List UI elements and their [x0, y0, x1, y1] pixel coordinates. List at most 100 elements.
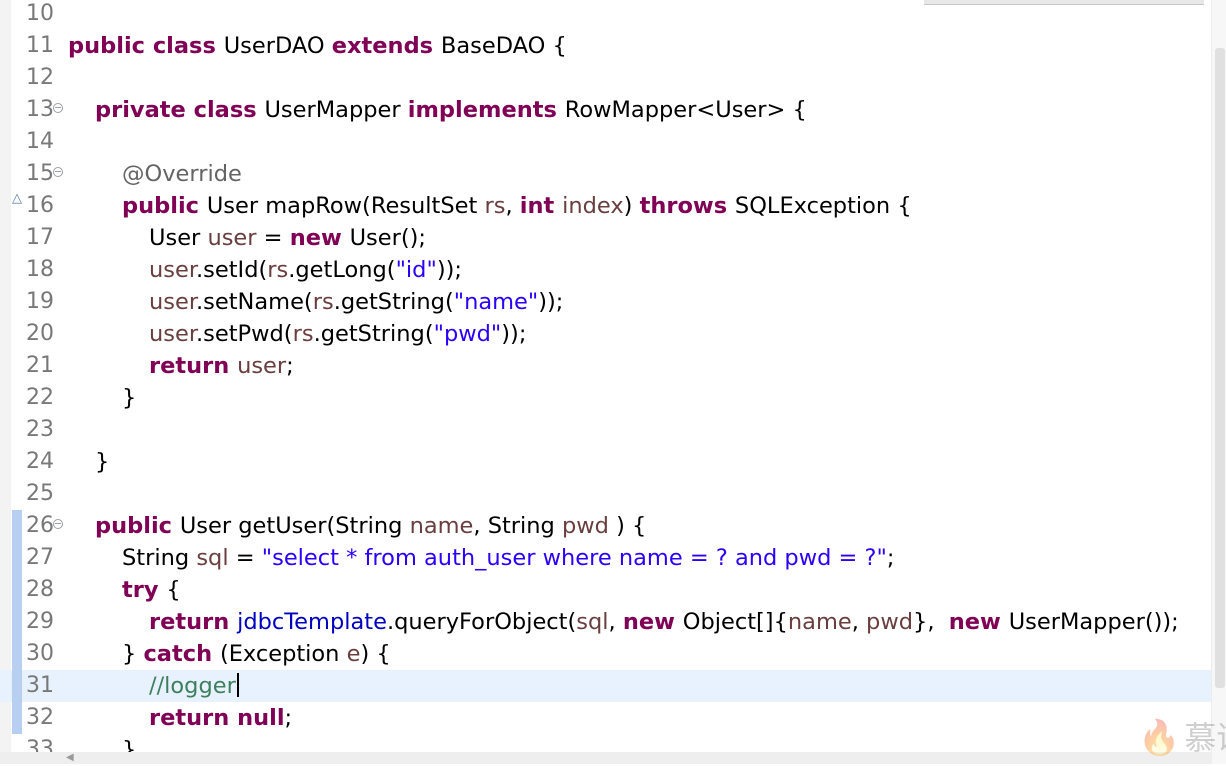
code-text[interactable]: try { [122, 574, 181, 606]
code-line[interactable]: 11 public class UserDAO extends BaseDAO { [0, 30, 1212, 62]
code-token: String [122, 545, 197, 571]
code-line[interactable]: 23 [0, 414, 1212, 446]
code-line[interactable]: 29 return jdbcTemplate.queryForObject(sql… [0, 606, 1212, 638]
overview-ruler[interactable] [1211, 0, 1226, 764]
code-line[interactable]: 18 user.setId(rs.getLong("id")); [0, 254, 1212, 286]
code-line[interactable]: 19 user.setName(rs.getString("name")); [0, 286, 1212, 318]
code-token: return [149, 353, 238, 379]
code-text[interactable]: String sql = "select * from auth_user wh… [122, 542, 894, 574]
line-number: 30 [26, 641, 54, 666]
code-token: "pwd" [433, 321, 502, 347]
line-number: 26 [26, 513, 54, 538]
quick-diff-marker [12, 574, 22, 606]
code-line[interactable]: 26 public User getUser(String name, Strin… [0, 510, 1212, 542]
line-number: 13 [26, 97, 54, 122]
code-text[interactable]: private class UserMapper implements RowM… [95, 94, 807, 126]
code-line[interactable]: 14 [0, 126, 1212, 158]
code-text[interactable]: return jdbcTemplate.queryForObject(sql, … [149, 606, 1179, 638]
line-number: 25 [26, 481, 54, 506]
code-token: private class [95, 97, 265, 123]
code-token: .getString( [313, 321, 434, 347]
code-line[interactable]: 10 [0, 0, 1212, 30]
code-line[interactable]: 15 @Override [0, 158, 1212, 190]
gutter-space [12, 94, 22, 126]
fold-toggle-icon[interactable] [53, 167, 63, 177]
gutter-space [12, 0, 22, 30]
code-text[interactable]: @Override [122, 158, 242, 190]
code-token: } [122, 641, 144, 667]
code-text[interactable]: user.setId(rs.getLong("id")); [149, 254, 462, 286]
fold-toggle-icon[interactable] [53, 103, 63, 113]
code-token: rs [267, 257, 289, 283]
code-line[interactable]: 25 [0, 478, 1212, 510]
code-text[interactable]: public User getUser(String name, String … [95, 510, 646, 542]
code-token: user [149, 257, 197, 283]
line-number: 31 [26, 673, 54, 698]
code-line[interactable]: 28 try { [0, 574, 1212, 606]
code-line[interactable]: 12 [0, 62, 1212, 94]
line-number: 16 [26, 193, 54, 218]
code-token: "id" [395, 257, 437, 283]
code-token: rs [484, 193, 506, 219]
line-number: 14 [26, 129, 54, 154]
line-number: 23 [26, 417, 54, 442]
code-line[interactable]: 17 User user = new User(); [0, 222, 1212, 254]
code-token: }, [913, 609, 949, 635]
code-line[interactable]: 13 private class UserMapper implements Ro… [0, 94, 1212, 126]
code-token: pwd [562, 513, 609, 539]
code-line[interactable]: 31 //logger [0, 670, 1212, 702]
override-indicator-icon[interactable]: △ [12, 191, 22, 207]
line-number: 12 [26, 65, 54, 90]
code-line[interactable]: 27 String sql = "select * from auth_user … [0, 542, 1212, 574]
code-token: rs [292, 321, 314, 347]
code-line[interactable]: 30 } catch (Exception e) { [0, 638, 1212, 670]
vertical-scrollbar-thumb[interactable] [1215, 48, 1225, 688]
gutter-space [12, 126, 22, 158]
code-token: )); [436, 257, 462, 283]
code-text[interactable]: user.setName(rs.getString("name")); [149, 286, 563, 318]
code-text[interactable]: return null; [149, 702, 292, 734]
watermark-logo: 🔥 慕课 [1138, 712, 1226, 764]
code-line[interactable]: 32 return null; [0, 702, 1212, 734]
code-token: ) { [360, 641, 391, 667]
code-token: = [256, 225, 290, 251]
code-text[interactable]: public class UserDAO extends BaseDAO { [68, 30, 567, 62]
code-line[interactable]: 24} [0, 446, 1212, 478]
code-token: new [622, 609, 683, 635]
code-text[interactable]: user.setPwd(rs.getString("pwd")); [149, 318, 526, 350]
horizontal-scrollbar[interactable]: ◀ [0, 752, 1212, 764]
code-token: return [149, 609, 238, 635]
code-text[interactable]: public User mapRow(ResultSet rs, int ind… [122, 190, 912, 222]
code-token: User mapRow(ResultSet [206, 193, 485, 219]
gutter-space [12, 414, 22, 446]
code-text[interactable]: } catch (Exception e) { [122, 638, 391, 670]
code-text[interactable]: return user; [149, 350, 294, 382]
code-token: .setPwd( [196, 321, 293, 347]
code-token: ) [623, 193, 640, 219]
line-number: 27 [26, 545, 54, 570]
fold-toggle-icon[interactable] [53, 519, 63, 529]
quick-diff-marker [12, 638, 22, 670]
code-token: index [562, 193, 624, 219]
code-token: RowMapper<User> { [564, 97, 807, 123]
quick-diff-marker [12, 670, 22, 702]
scroll-left-icon[interactable]: ◀ [66, 752, 74, 764]
code-token: } [95, 449, 110, 475]
code-token: .getString( [333, 289, 454, 315]
code-token: (Exception [219, 641, 347, 667]
code-text[interactable]: User user = new User(); [149, 222, 426, 254]
line-number: 11 [26, 33, 54, 58]
code-line[interactable]: 21 return user; [0, 350, 1212, 382]
code-token: jdbcTemplate [237, 609, 387, 635]
code-text[interactable]: //logger [149, 670, 239, 702]
code-line[interactable]: 20 user.setPwd(rs.getString("pwd")); [0, 318, 1212, 350]
code-text[interactable]: } [95, 446, 109, 478]
code-token: implements [407, 97, 565, 123]
code-token: new [948, 609, 1009, 635]
code-editor[interactable]: 10 11 public class UserDAO extends BaseDAO… [0, 0, 1226, 764]
code-token: public [122, 193, 207, 219]
code-line[interactable]: △ 16 public User mapRow(ResultSet rs, int … [0, 190, 1212, 222]
code-text[interactable]: } [122, 382, 136, 414]
gutter-space [12, 382, 22, 414]
code-line[interactable]: 22} [0, 382, 1212, 414]
